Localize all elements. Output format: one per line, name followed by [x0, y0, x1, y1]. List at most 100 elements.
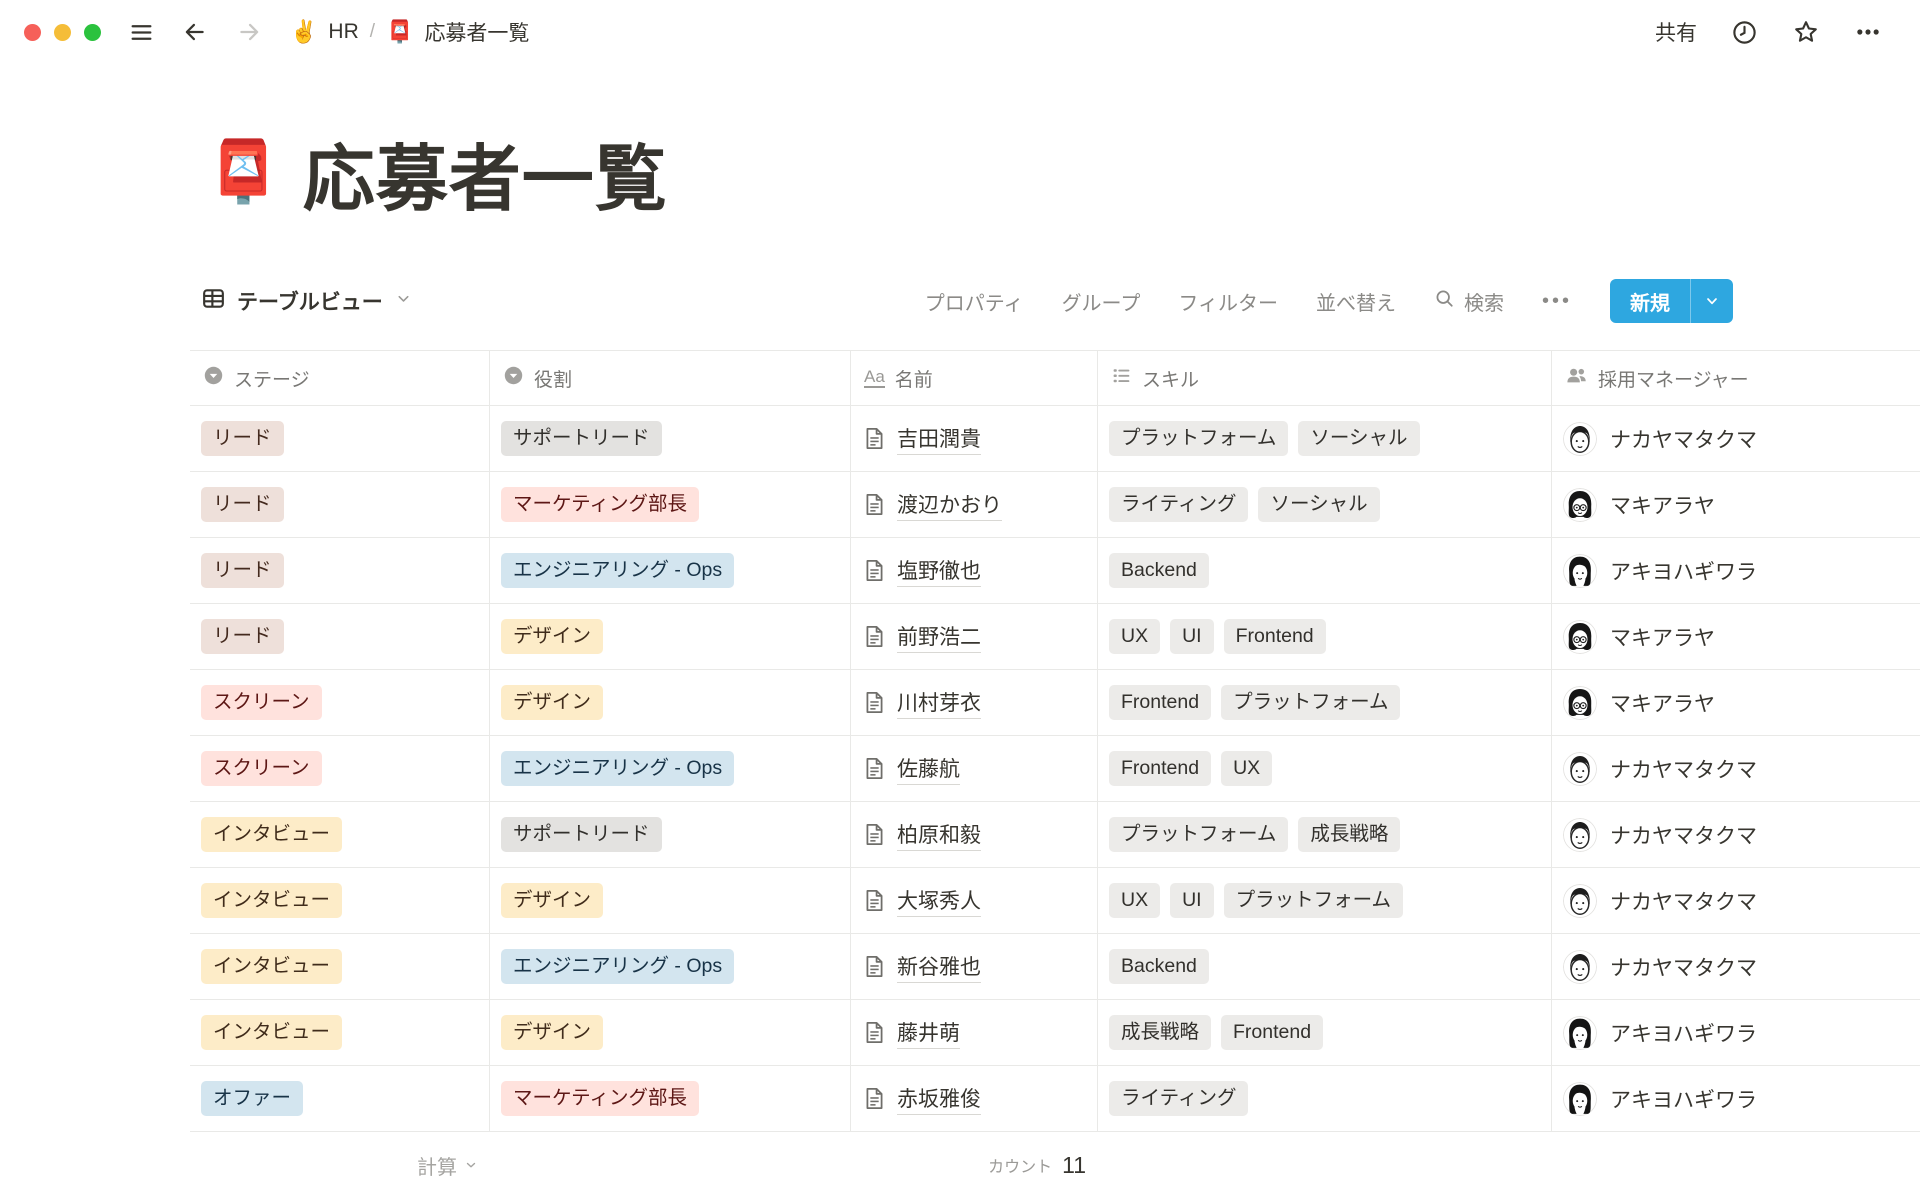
table-row[interactable]: スクリーンエンジニアリング - Ops佐藤航FrontendUXナカヤマタクマ: [190, 736, 1920, 802]
skills-cell[interactable]: Backend: [1098, 934, 1552, 999]
name-cell[interactable]: 柏原和毅: [851, 802, 1098, 867]
column-header-manager[interactable]: 採用マネージャー: [1552, 351, 1920, 405]
sort-button[interactable]: 並べ替え: [1316, 287, 1396, 316]
table-row[interactable]: インタビューデザイン 大塚秀人 UXUIプラットフォームナカヤマタクマ: [190, 868, 1920, 934]
manager-cell[interactable]: ナカヤマタクマ: [1552, 934, 1920, 999]
table-row[interactable]: リードサポートリード 吉田潤貴 プラットフォームソーシャルナカヤマタクマ: [190, 406, 1920, 472]
table-row[interactable]: インタビューエンジニアリング - Ops 新谷雅也 Backendナカヤマタクマ: [190, 934, 1920, 1000]
manager-cell[interactable]: ナカヤマタクマ: [1552, 802, 1920, 867]
properties-button[interactable]: プロパティ: [925, 287, 1024, 316]
search-button[interactable]: 検索: [1434, 287, 1504, 316]
name-cell[interactable]: 吉田潤貴: [851, 406, 1098, 471]
column-header-stage[interactable]: ステージ: [190, 351, 490, 405]
applicant-name[interactable]: 大塚秀人: [897, 885, 981, 917]
footer-skills-cell[interactable]: [1098, 1132, 1552, 1198]
new-button[interactable]: 新規: [1610, 279, 1733, 323]
close-window-button[interactable]: [24, 24, 41, 41]
column-header-skills[interactable]: スキル: [1098, 351, 1552, 405]
breadcrumb-workspace[interactable]: HR: [328, 20, 358, 44]
applicant-name[interactable]: 佐藤航: [897, 753, 960, 785]
manager-cell[interactable]: アキヨハギワラ: [1552, 538, 1920, 603]
applicant-name[interactable]: 川村芽衣: [897, 687, 981, 719]
minimize-window-button[interactable]: [54, 24, 71, 41]
skills-cell[interactable]: Backend: [1098, 538, 1552, 603]
share-button[interactable]: 共有: [1655, 17, 1697, 47]
applicant-name[interactable]: 藤井萌: [897, 1017, 960, 1049]
manager-cell[interactable]: ナカヤマタクマ: [1552, 406, 1920, 471]
back-arrow-icon[interactable]: [182, 19, 208, 45]
skills-cell[interactable]: 成長戦略Frontend: [1098, 1000, 1552, 1065]
stage-cell[interactable]: リード: [190, 406, 490, 471]
stage-cell[interactable]: インタビュー: [190, 802, 490, 867]
stage-cell[interactable]: インタビュー: [190, 934, 490, 999]
column-header-name[interactable]: Aa 名前: [851, 351, 1098, 405]
stage-cell[interactable]: インタビュー: [190, 1000, 490, 1065]
role-cell[interactable]: デザイン: [490, 1000, 851, 1065]
table-row[interactable]: スクリーンデザイン 川村芽衣 Frontendプラットフォームマキアラヤ: [190, 670, 1920, 736]
skills-cell[interactable]: プラットフォーム成長戦略: [1098, 802, 1552, 867]
applicant-name[interactable]: 赤坂雅俊: [897, 1083, 981, 1115]
applicant-name[interactable]: 新谷雅也: [897, 951, 981, 983]
group-button[interactable]: グループ: [1062, 287, 1141, 316]
sidebar-menu-icon[interactable]: [129, 20, 154, 45]
applicant-name[interactable]: 塩野徹也: [897, 555, 981, 587]
role-cell[interactable]: サポートリード: [490, 406, 851, 471]
skills-cell[interactable]: FrontendUX: [1098, 736, 1552, 801]
view-more-icon[interactable]: •••: [1542, 290, 1572, 313]
stage-cell[interactable]: リード: [190, 538, 490, 603]
skills-cell[interactable]: UXUIプラットフォーム: [1098, 868, 1552, 933]
skills-cell[interactable]: ライティングソーシャル: [1098, 472, 1552, 537]
applicant-name[interactable]: 吉田潤貴: [897, 423, 981, 455]
stage-cell[interactable]: リード: [190, 604, 490, 669]
forward-arrow-icon[interactable]: [236, 19, 262, 45]
footer-manager-cell[interactable]: [1552, 1132, 1920, 1198]
applicant-name[interactable]: 柏原和毅: [897, 819, 981, 851]
table-row[interactable]: リードマーケティング部長 渡辺かおり ライティングソーシャルマキアラヤ: [190, 472, 1920, 538]
role-cell[interactable]: エンジニアリング - Ops: [490, 934, 851, 999]
table-row[interactable]: リードエンジニアリング - Ops 塩野徹也 Backendアキヨハギワラ: [190, 538, 1920, 604]
name-cell[interactable]: 塩野徹也: [851, 538, 1098, 603]
footer-role-cell[interactable]: [490, 1132, 851, 1198]
table-row[interactable]: インタビューサポートリード 柏原和毅 プラットフォーム成長戦略ナカヤマタクマ: [190, 802, 1920, 868]
page-title-emoji-icon[interactable]: 📮: [206, 142, 281, 202]
new-button-chevron-icon[interactable]: [1691, 279, 1733, 323]
stage-cell[interactable]: スクリーン: [190, 736, 490, 801]
page-title[interactable]: 応募者一覧: [303, 120, 668, 225]
manager-cell[interactable]: アキヨハギワラ: [1552, 1066, 1920, 1131]
role-cell[interactable]: デザイン: [490, 604, 851, 669]
table-row[interactable]: オファーマーケティング部長赤坂雅俊ライティングアキヨハギワラ: [190, 1066, 1920, 1132]
manager-cell[interactable]: マキアラヤ: [1552, 472, 1920, 537]
table-view-tab[interactable]: テーブルビュー: [200, 285, 412, 318]
skills-cell[interactable]: プラットフォームソーシャル: [1098, 406, 1552, 471]
favorite-star-icon[interactable]: [1792, 18, 1820, 46]
role-cell[interactable]: エンジニアリング - Ops: [490, 538, 851, 603]
role-cell[interactable]: デザイン: [490, 868, 851, 933]
skills-cell[interactable]: Frontendプラットフォーム: [1098, 670, 1552, 735]
name-cell[interactable]: 赤坂雅俊: [851, 1066, 1098, 1131]
table-row[interactable]: リードデザイン前野浩二UXUIFrontendマキアラヤ: [190, 604, 1920, 670]
manager-cell[interactable]: ナカヤマタクマ: [1552, 868, 1920, 933]
name-cell[interactable]: 佐藤航: [851, 736, 1098, 801]
zoom-window-button[interactable]: [84, 24, 101, 41]
name-cell[interactable]: 藤井萌: [851, 1000, 1098, 1065]
new-button-label[interactable]: 新規: [1610, 279, 1690, 323]
manager-cell[interactable]: マキアラヤ: [1552, 670, 1920, 735]
applicant-name[interactable]: 前野浩二: [897, 621, 981, 653]
stage-cell[interactable]: リード: [190, 472, 490, 537]
role-cell[interactable]: マーケティング部長: [490, 472, 851, 537]
more-options-icon[interactable]: [1854, 18, 1882, 46]
manager-cell[interactable]: アキヨハギワラ: [1552, 1000, 1920, 1065]
stage-cell[interactable]: スクリーン: [190, 670, 490, 735]
name-cell[interactable]: 渡辺かおり: [851, 472, 1098, 537]
manager-cell[interactable]: ナカヤマタクマ: [1552, 736, 1920, 801]
applicant-name[interactable]: 渡辺かおり: [897, 489, 1002, 521]
skills-cell[interactable]: ライティング: [1098, 1066, 1552, 1131]
skills-cell[interactable]: UXUIFrontend: [1098, 604, 1552, 669]
role-cell[interactable]: サポートリード: [490, 802, 851, 867]
calculate-button[interactable]: 計算: [190, 1132, 490, 1198]
role-cell[interactable]: デザイン: [490, 670, 851, 735]
name-cell[interactable]: 新谷雅也: [851, 934, 1098, 999]
updates-clock-icon[interactable]: [1731, 19, 1758, 46]
stage-cell[interactable]: インタビュー: [190, 868, 490, 933]
name-cell[interactable]: 前野浩二: [851, 604, 1098, 669]
